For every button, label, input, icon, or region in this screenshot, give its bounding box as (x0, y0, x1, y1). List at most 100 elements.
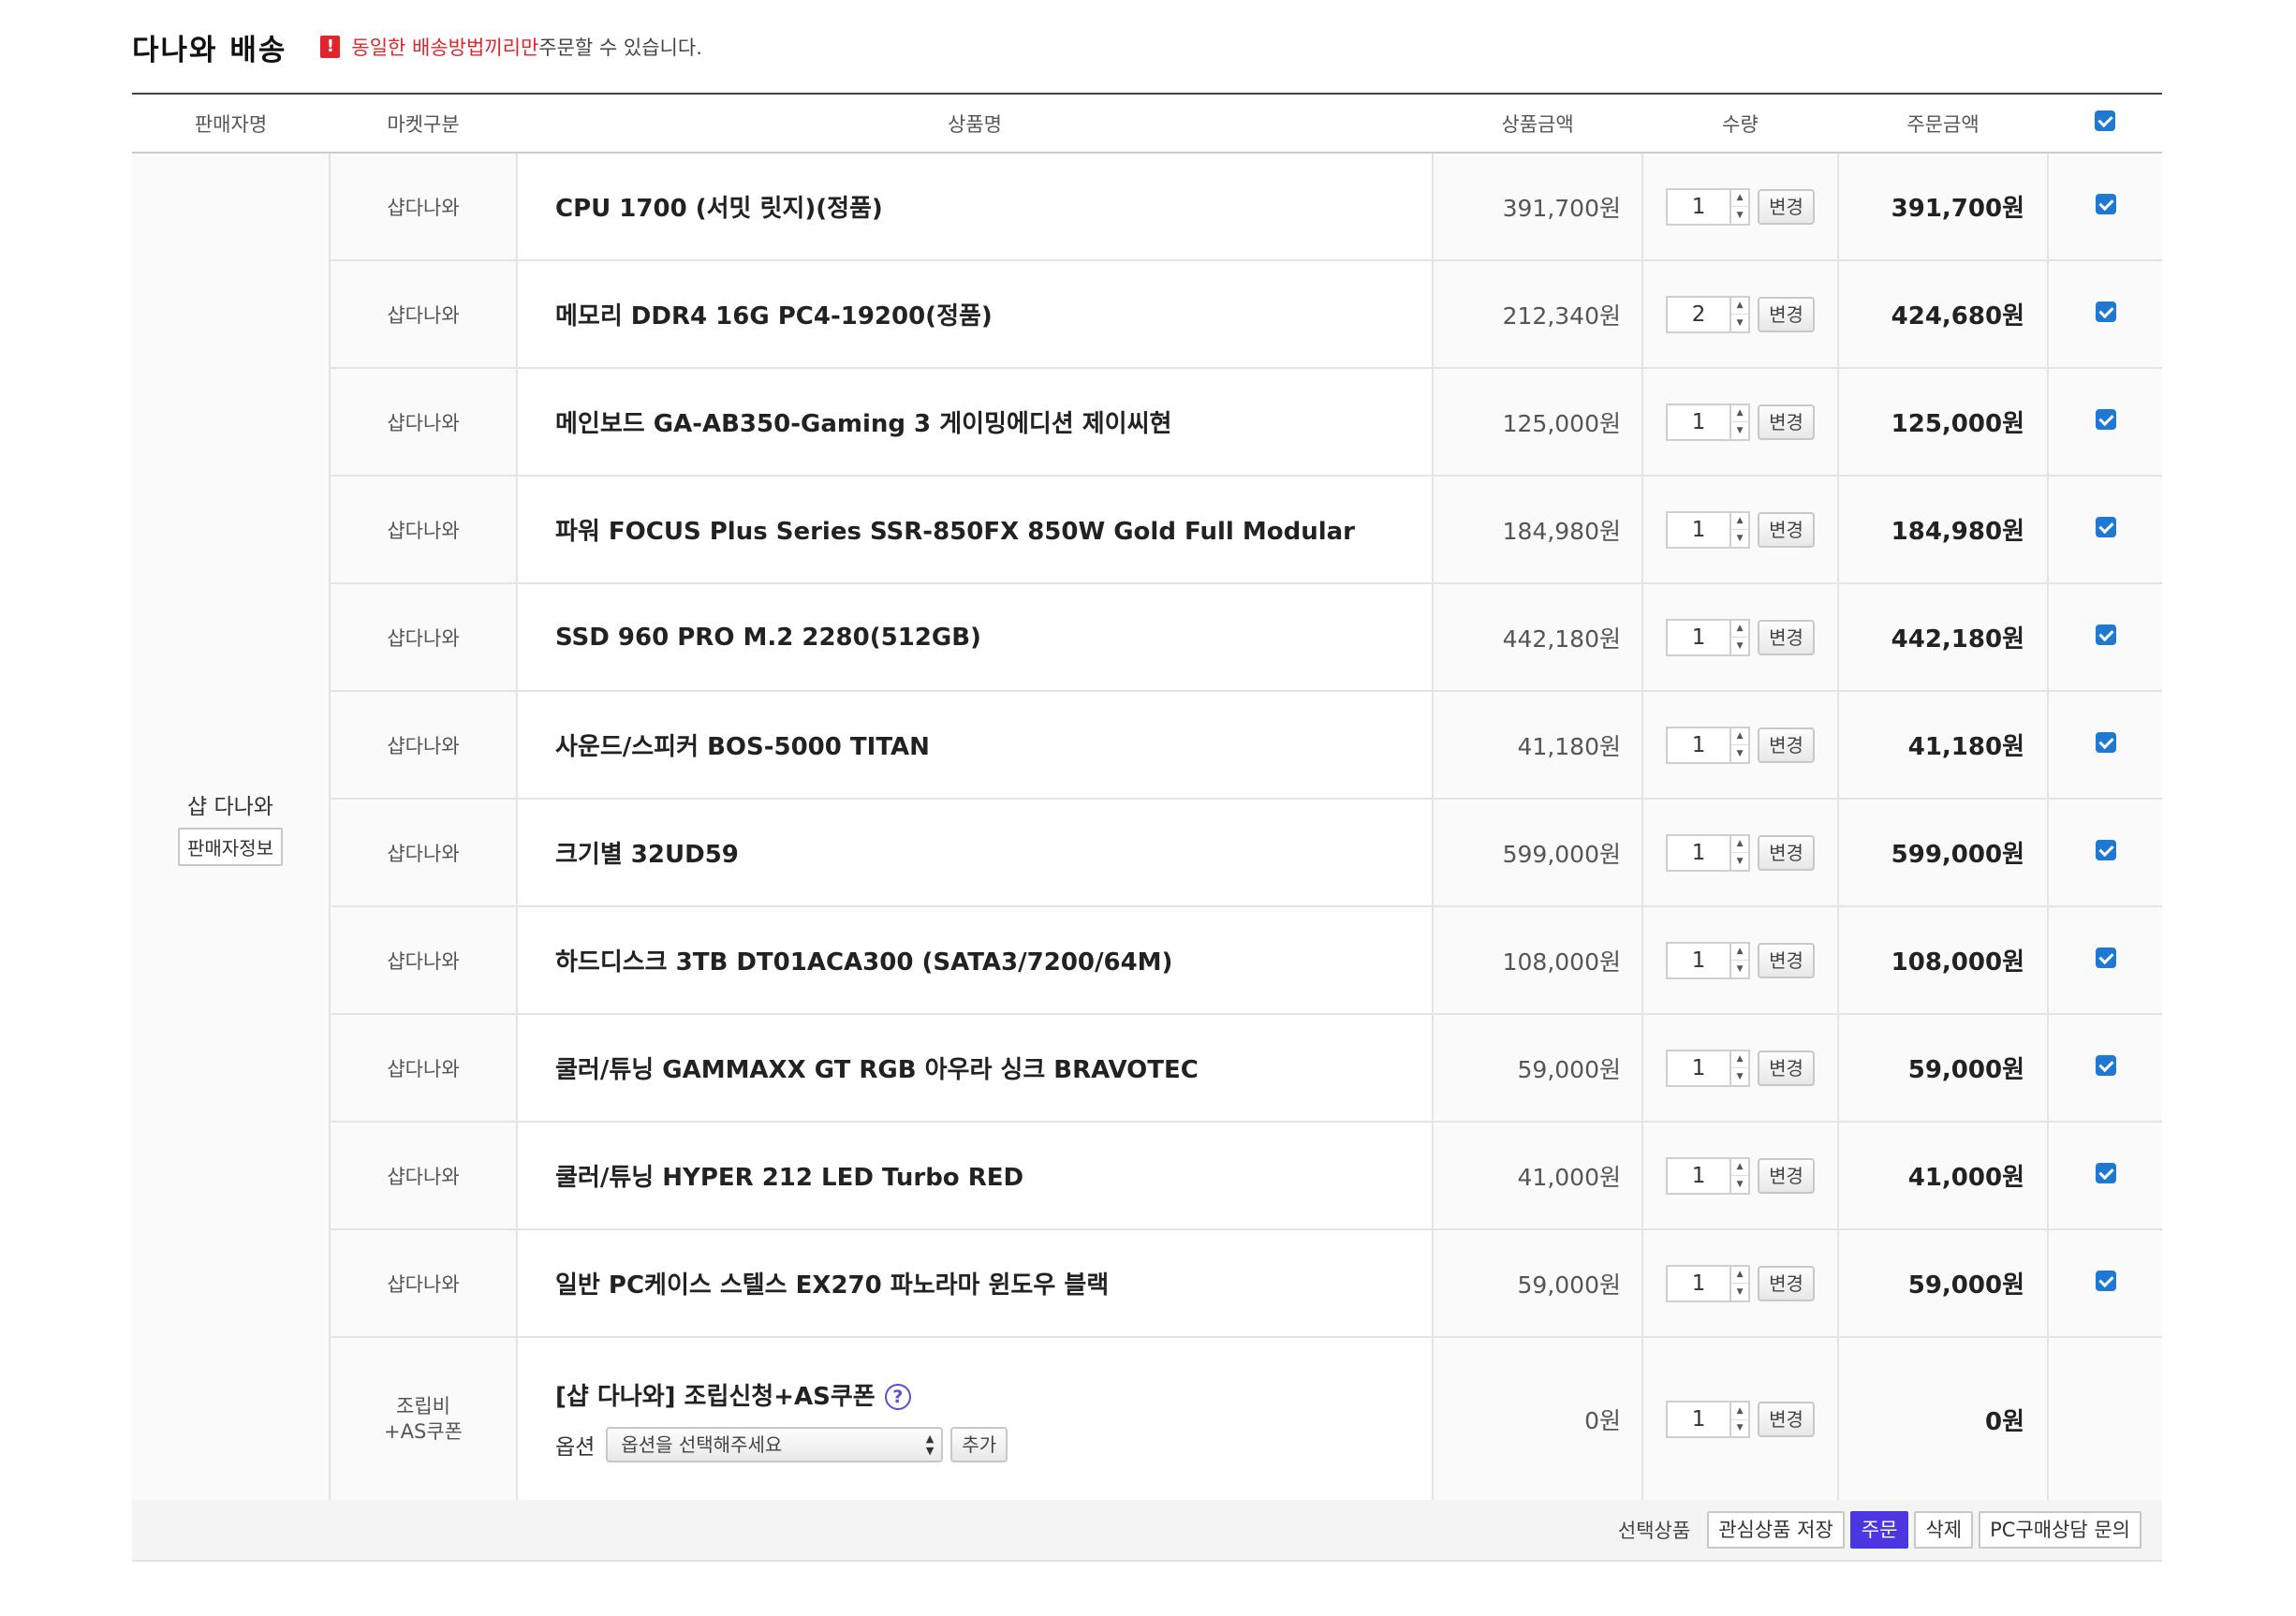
product-name-link[interactable]: 메인보드 GA-AB350-Gaming 3 게이밍에디션 제이씨현 (517, 368, 1434, 477)
quantity-input[interactable]: 1 (1666, 726, 1732, 764)
stepper-up-icon[interactable]: ▲ (1731, 944, 1749, 961)
quantity-input[interactable]: 1 (1666, 1049, 1732, 1087)
quantity-input[interactable]: 1 (1666, 510, 1732, 549)
quantity-input[interactable]: 1 (1666, 1401, 1732, 1438)
product-name-link[interactable]: 파워 FOCUS Plus Series SSR-850FX 850W Gold… (517, 476, 1434, 584)
stepper-down-icon[interactable]: ▼ (1731, 1176, 1748, 1193)
stepper-up-icon[interactable]: ▲ (1731, 1159, 1749, 1176)
item-checkbox[interactable] (2095, 301, 2116, 322)
change-qty-button[interactable]: 변경 (1758, 404, 1815, 440)
stepper-down-icon[interactable]: ▼ (1731, 853, 1748, 870)
quantity-stepper[interactable]: ▲ ▼ (1731, 726, 1751, 764)
change-qty-button[interactable]: 변경 (1758, 1265, 1815, 1301)
stepper-down-icon[interactable]: ▼ (1731, 1068, 1748, 1085)
item-checkbox[interactable] (2095, 840, 2116, 860)
quantity-input[interactable]: 1 (1666, 1156, 1732, 1195)
quantity-stepper[interactable]: ▲ ▼ (1731, 1156, 1751, 1195)
quantity-stepper[interactable]: ▲ ▼ (1731, 618, 1751, 656)
quantity-stepper[interactable]: ▲ ▼ (1731, 833, 1751, 872)
quantity-input[interactable]: 1 (1666, 187, 1732, 226)
quantity-stepper[interactable]: ▲ ▼ (1731, 1049, 1751, 1087)
change-qty-button[interactable]: 변경 (1758, 1402, 1815, 1437)
pc-consult-button[interactable]: PC구매상담 문의 (1979, 1511, 2141, 1549)
item-checkbox[interactable] (2095, 194, 2116, 214)
item-checkbox[interactable] (2095, 1055, 2116, 1076)
stepper-down-icon[interactable]: ▼ (1731, 745, 1748, 762)
quantity-stepper[interactable]: ▲ ▼ (1731, 1401, 1751, 1438)
stepper-down-icon[interactable]: ▼ (1731, 1284, 1748, 1300)
select-all-checkbox[interactable] (2095, 110, 2115, 131)
stepper-up-icon[interactable]: ▲ (1731, 298, 1749, 315)
stepper-up-icon[interactable]: ▲ (1731, 836, 1749, 853)
stepper-down-icon[interactable]: ▼ (1731, 207, 1748, 224)
assembly-product-name[interactable]: [샵 다나와] 조립신청+AS쿠폰 (555, 1383, 876, 1411)
check-cell (2048, 691, 2162, 800)
product-name-link[interactable]: SSD 960 PRO M.2 2280(512GB) (517, 583, 1434, 692)
product-name-link[interactable]: 쿨러/튜닝 HYPER 212 LED Turbo RED (517, 1122, 1434, 1230)
stepper-down-icon[interactable]: ▼ (1731, 315, 1748, 331)
change-qty-button[interactable]: 변경 (1758, 511, 1815, 548)
quantity-input[interactable]: 1 (1666, 941, 1732, 979)
help-icon[interactable]: ? (884, 1384, 911, 1410)
stepper-down-icon[interactable]: ▼ (1731, 422, 1748, 439)
item-checkbox[interactable] (2095, 624, 2116, 645)
stepper-down-icon[interactable]: ▼ (1731, 961, 1748, 977)
product-name-link[interactable]: 쿨러/튜닝 GAMMAXX GT RGB 아우라 싱크 BRAVOTEC (517, 1014, 1434, 1123)
stepper-down-icon[interactable]: ▼ (1731, 530, 1748, 547)
col-select-all[interactable] (2048, 93, 2162, 154)
stepper-up-icon[interactable]: ▲ (1731, 1051, 1749, 1068)
assembly-market-cell: 조립비 +AS쿠폰 (330, 1337, 518, 1503)
change-qty-button[interactable]: 변경 (1758, 619, 1815, 655)
item-checkbox[interactable] (2095, 732, 2116, 753)
stepper-up-icon[interactable]: ▲ (1731, 190, 1749, 207)
stepper-up-icon[interactable]: ▲ (1731, 1403, 1749, 1420)
quantity-input[interactable]: 1 (1666, 403, 1732, 441)
item-checkbox[interactable] (2095, 1163, 2116, 1183)
quantity-input[interactable]: 1 (1666, 618, 1732, 656)
stepper-up-icon[interactable]: ▲ (1731, 513, 1749, 530)
change-qty-button[interactable]: 변경 (1758, 1050, 1815, 1086)
product-name-link[interactable]: 사운드/스피커 BOS-5000 TITAN (517, 691, 1434, 800)
change-qty-button[interactable]: 변경 (1758, 296, 1815, 332)
quantity-stepper[interactable]: ▲ ▼ (1731, 403, 1751, 441)
item-checkbox[interactable] (2095, 948, 2116, 968)
delete-button[interactable]: 삭제 (1914, 1511, 1974, 1549)
product-name-link[interactable]: 일반 PC케이스 스텔스 EX270 파노라마 윈도우 블랙 (517, 1229, 1434, 1338)
order-button[interactable]: 주문 (1849, 1511, 1909, 1549)
option-select[interactable]: 옵션을 선택해주세요 ▲ ▼ (606, 1426, 944, 1462)
product-name-link[interactable]: 크기별 32UD59 (517, 799, 1434, 907)
product-name-link[interactable]: CPU 1700 (서밋 릿지)(정품) (517, 153, 1434, 261)
change-qty-button[interactable]: 변경 (1758, 834, 1815, 871)
unit-price: 108,000원 (1433, 906, 1643, 1015)
stepper-down-icon[interactable]: ▼ (1731, 1420, 1748, 1437)
quantity-stepper[interactable]: ▲ ▼ (1731, 187, 1751, 226)
change-qty-button[interactable]: 변경 (1758, 1157, 1815, 1194)
change-qty-button[interactable]: 변경 (1758, 942, 1815, 978)
quantity-stepper[interactable]: ▲ ▼ (1731, 510, 1751, 549)
add-option-button[interactable]: 추가 (950, 1426, 1008, 1462)
order-total: 41,000원 (1838, 1122, 2049, 1230)
quantity-input[interactable]: 1 (1666, 1264, 1732, 1302)
quantity-stepper[interactable]: ▲ ▼ (1731, 295, 1751, 333)
change-qty-button[interactable]: 변경 (1758, 727, 1815, 763)
stepper-up-icon[interactable]: ▲ (1731, 1267, 1749, 1284)
change-qty-button[interactable]: 변경 (1758, 188, 1815, 225)
quantity-input[interactable]: 2 (1666, 295, 1732, 333)
quantity-input[interactable]: 1 (1666, 833, 1732, 872)
product-name-link[interactable]: 메모리 DDR4 16G PC4-19200(정품) (517, 260, 1434, 369)
stepper-down-icon[interactable]: ▼ (1731, 638, 1748, 654)
quantity-stepper[interactable]: ▲ ▼ (1731, 941, 1751, 979)
item-checkbox[interactable] (2095, 1271, 2116, 1291)
stepper-up-icon[interactable]: ▲ (1731, 621, 1749, 638)
qty-cell: 1 ▲ ▼ 변경 (1642, 1122, 1839, 1230)
stepper-up-icon[interactable]: ▲ (1731, 728, 1749, 745)
qty-cell: 1 ▲ ▼ 변경 (1642, 1014, 1839, 1123)
stepper-up-icon[interactable]: ▲ (1731, 405, 1749, 422)
check-cell (2048, 260, 2162, 369)
item-checkbox[interactable] (2095, 409, 2116, 430)
quantity-stepper[interactable]: ▲ ▼ (1731, 1264, 1751, 1302)
save-wishlist-button[interactable]: 관심상품 저장 (1707, 1511, 1845, 1549)
item-checkbox[interactable] (2095, 517, 2116, 537)
product-name-link[interactable]: 하드디스크 3TB DT01ACA300 (SATA3/7200/64M) (517, 906, 1434, 1015)
seller-info-button[interactable]: 판매자정보 (178, 828, 283, 866)
